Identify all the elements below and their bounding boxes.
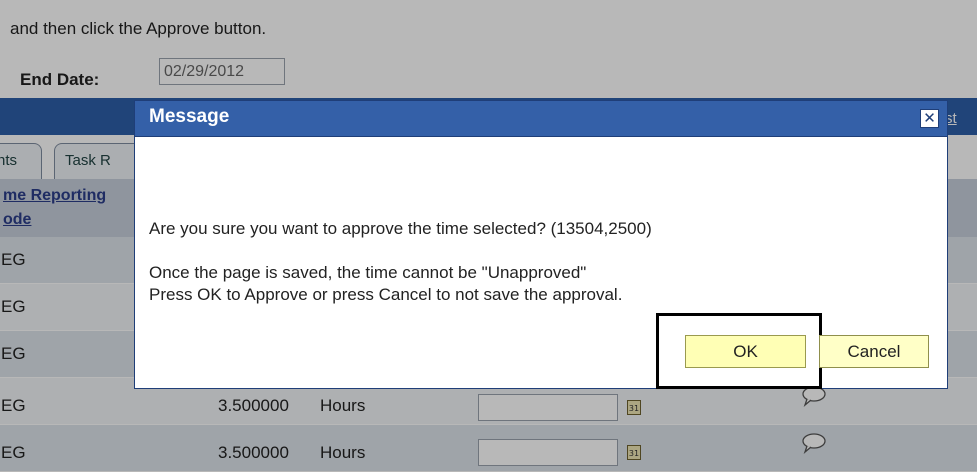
- cancel-button[interactable]: Cancel: [819, 335, 929, 368]
- dialog-question: Are you sure you want to approve the tim…: [149, 219, 652, 238]
- ok-button[interactable]: OK: [685, 335, 806, 368]
- dialog-warning: Once the page is saved, the time cannot …: [149, 263, 587, 282]
- dialog-title: Message: [149, 106, 230, 127]
- dialog-title-bar[interactable]: Message ✕: [135, 101, 947, 137]
- dialog-instruction: Press OK to Approve or press Cancel to n…: [149, 285, 623, 304]
- close-icon[interactable]: ✕: [920, 109, 939, 128]
